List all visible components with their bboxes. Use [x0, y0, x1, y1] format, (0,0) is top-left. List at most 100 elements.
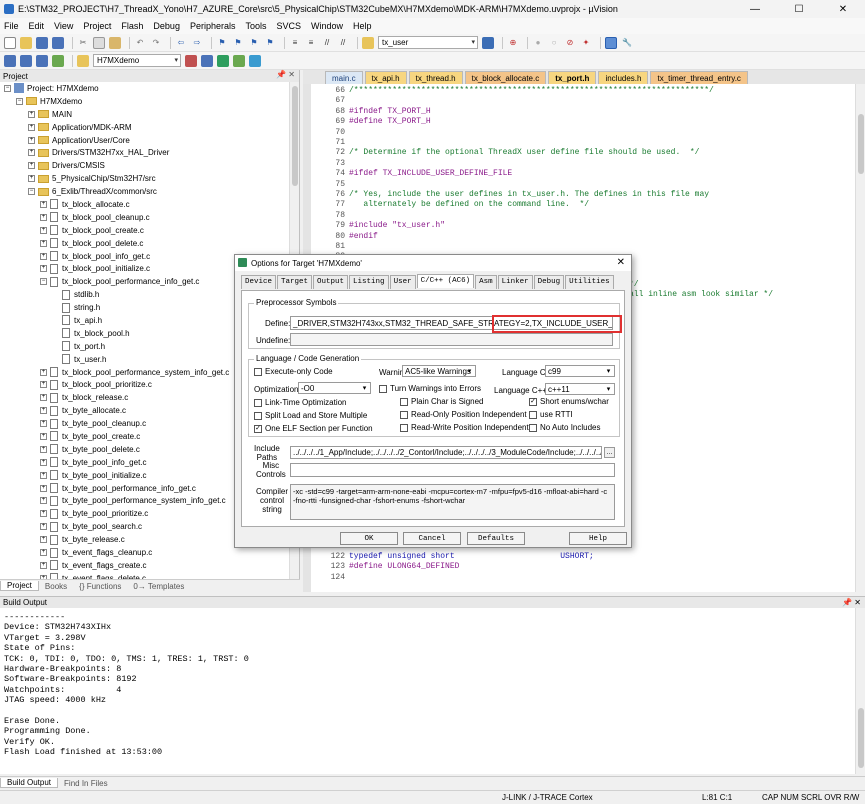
editor-tab[interactable]: tx_api.h — [364, 71, 407, 84]
help-button[interactable]: Help — [569, 532, 627, 545]
collapse-icon[interactable]: − — [16, 97, 23, 105]
expand-icon[interactable]: + — [40, 420, 47, 428]
menu-item-window[interactable]: Window — [311, 21, 343, 31]
dialog-tab[interactable]: Output — [313, 275, 349, 289]
prev-bookmark-icon[interactable]: ⚑ — [232, 37, 244, 49]
tree-folder[interactable]: + Drivers/STM32H7xx_HAL_Driver — [0, 146, 299, 159]
defaults-button[interactable]: Defaults — [467, 532, 525, 545]
new-file-icon[interactable] — [4, 36, 16, 49]
close-button[interactable]: ✕ — [821, 0, 865, 18]
include-paths-browse-button[interactable]: ... — [604, 447, 615, 458]
expand-icon[interactable]: + — [40, 484, 47, 492]
expand-icon[interactable]: + — [28, 175, 35, 183]
select-packs-icon[interactable] — [249, 54, 261, 67]
window-layout-icon[interactable] — [605, 36, 617, 49]
tree-file[interactable]: + tx_block_allocate.c — [0, 198, 299, 211]
plain-char-checkbox[interactable]: Plain Char is Signed — [400, 397, 483, 406]
expand-icon[interactable]: + — [28, 136, 35, 144]
debug-session-icon[interactable]: ⊕ — [507, 37, 519, 49]
expand-icon[interactable]: + — [28, 110, 35, 118]
rtti-checkbox[interactable]: use RTTI — [529, 410, 573, 419]
menu-item-peripherals[interactable]: Peripherals — [190, 21, 236, 31]
build-output-scrollbar[interactable] — [855, 608, 865, 774]
breakpoint-insert-icon[interactable]: ● — [532, 37, 544, 49]
project-tab[interactable]: {} Functions — [73, 582, 127, 591]
expand-icon[interactable]: + — [40, 368, 47, 376]
save-icon[interactable] — [36, 36, 48, 49]
clear-bookmarks-icon[interactable]: ⚑ — [264, 37, 276, 49]
maximize-button[interactable]: ☐ — [777, 0, 821, 18]
editor-tab[interactable]: main.c — [325, 71, 363, 84]
tree-folder[interactable]: + Application/MDK-ARM — [0, 121, 299, 134]
menu-item-svcs[interactable]: SVCS — [277, 21, 302, 31]
expand-icon[interactable]: + — [28, 149, 35, 157]
editor-tab[interactable]: includes.h — [598, 71, 649, 84]
expand-icon[interactable]: + — [40, 549, 47, 556]
menu-item-edit[interactable]: Edit — [29, 21, 45, 31]
expand-icon[interactable]: + — [40, 239, 47, 247]
menu-item-help[interactable]: Help — [353, 21, 372, 31]
redo-icon[interactable]: ↷ — [150, 37, 162, 49]
find-in-files-icon[interactable] — [362, 36, 374, 49]
menu-item-flash[interactable]: Flash — [121, 21, 143, 31]
dialog-tab[interactable]: C/C++ (AC6) — [416, 274, 475, 288]
panel-pin-close-icon[interactable]: 📌 ✕ — [842, 598, 861, 607]
tree-file[interactable]: + tx_event_flags_create.c — [0, 559, 299, 572]
menu-item-project[interactable]: Project — [83, 21, 111, 31]
nav-back-icon[interactable]: ⇦ — [175, 37, 187, 49]
ok-button[interactable]: OK — [340, 532, 398, 545]
menu-item-file[interactable]: File — [4, 21, 19, 31]
breakpoint-enable-icon[interactable]: ○ — [548, 37, 560, 49]
rwpi-checkbox[interactable]: Read-Write Position Independent — [400, 423, 529, 432]
dialog-tab[interactable]: Debug — [533, 275, 565, 289]
uncomment-icon[interactable]: // — [337, 37, 349, 49]
optimization-select[interactable]: -O0 ▾ — [298, 382, 371, 394]
include-paths-field[interactable]: ../../../../1_App/Include;../../../../2_… — [290, 446, 602, 459]
expand-icon[interactable]: + — [40, 510, 47, 518]
editor-tab[interactable]: tx_port.h — [548, 71, 597, 84]
paste-icon[interactable] — [109, 36, 121, 49]
file-extensions-icon[interactable] — [201, 54, 213, 67]
find-icon[interactable] — [482, 36, 494, 49]
expand-icon[interactable]: + — [40, 265, 47, 273]
link-time-opt-checkbox[interactable]: Link-Time Optimization — [254, 398, 347, 407]
expand-icon[interactable]: + — [40, 252, 47, 260]
indent-icon[interactable]: ≡ — [289, 37, 301, 49]
unindent-icon[interactable]: ≡ — [305, 37, 317, 49]
dialog-tab[interactable]: Asm — [475, 275, 497, 289]
dialog-tab[interactable]: Linker — [497, 275, 533, 289]
pack-installer-icon[interactable] — [233, 54, 245, 67]
expand-icon[interactable]: + — [40, 523, 47, 531]
expand-icon[interactable]: + — [40, 226, 47, 234]
tree-folder[interactable]: − Project: H7MXdemo — [0, 82, 299, 95]
compiler-control-string[interactable]: -xc -std=c99 -target=arm-arm-none-eabi -… — [290, 484, 615, 520]
editor-tab[interactable]: tx_block_allocate.c — [464, 71, 547, 84]
manage-components-icon[interactable] — [217, 54, 229, 67]
language-cpp-select[interactable]: c++11 ▾ — [545, 383, 615, 395]
expand-icon[interactable]: + — [40, 407, 47, 415]
collapse-icon[interactable]: − — [4, 84, 11, 92]
expand-icon[interactable]: + — [40, 432, 47, 440]
undo-icon[interactable]: ↶ — [134, 37, 146, 49]
execute-only-checkbox[interactable]: Execute-only Code — [254, 367, 333, 376]
language-c-select[interactable]: c99 ▾ — [545, 365, 615, 377]
tree-file[interactable]: + tx_block_pool_cleanup.c — [0, 211, 299, 224]
tree-file[interactable]: + tx_block_pool_create.c — [0, 224, 299, 237]
expand-icon[interactable]: + — [40, 497, 47, 505]
dialog-tab[interactable]: Target — [277, 275, 313, 289]
tree-folder[interactable]: +5_PhysicalChip/Stm32H7/src — [0, 172, 299, 185]
undefine-field[interactable] — [290, 333, 613, 346]
target-options-icon[interactable] — [185, 54, 197, 67]
translate-icon[interactable] — [4, 54, 16, 67]
short-enums-checkbox[interactable]: ✓ Short enums/wchar — [529, 397, 609, 406]
tree-folder[interactable]: + Drivers/CMSIS — [0, 159, 299, 172]
expand-icon[interactable]: + — [40, 394, 47, 402]
split-load-checkbox[interactable]: Split Load and Store Multiple — [254, 411, 367, 420]
next-bookmark-icon[interactable]: ⚑ — [248, 37, 260, 49]
copy-icon[interactable] — [93, 36, 105, 49]
rebuild-icon[interactable] — [36, 54, 48, 67]
tree-folder[interactable]: − H7MXdemo — [0, 95, 299, 108]
editor-scrollbar[interactable] — [855, 84, 865, 592]
cut-icon[interactable]: ✂ — [77, 37, 89, 49]
build-icon[interactable] — [20, 54, 32, 67]
